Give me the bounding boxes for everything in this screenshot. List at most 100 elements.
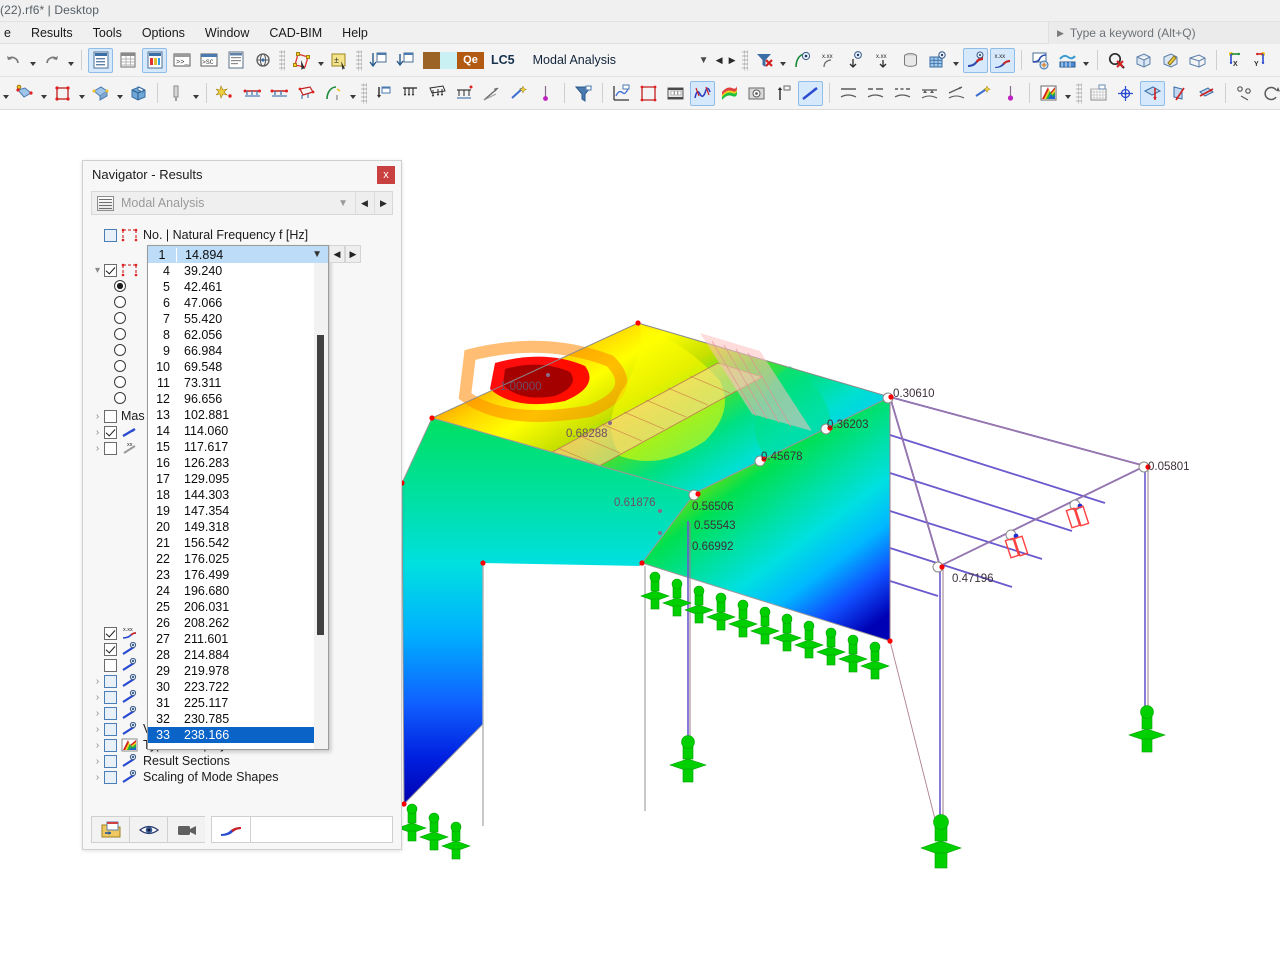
tree-expander-4[interactable]: ›	[91, 676, 104, 687]
mesh-caret[interactable]	[190, 81, 201, 106]
mode-frequency-dropdown[interactable]: 1 14.894 ▼ 4 39.240 5 42.461 6 47.066 7 55.4…	[147, 245, 329, 750]
new-node-button[interactable]	[12, 81, 37, 106]
mode-shape-button[interactable]	[636, 81, 661, 106]
member-support-button[interactable]	[267, 81, 292, 106]
mode-next-button[interactable]: ▶	[345, 245, 361, 263]
list-item[interactable]: 7 55.420	[148, 311, 314, 327]
list-item[interactable]: 17 129.095	[148, 471, 314, 487]
deformation-line-button[interactable]	[798, 80, 823, 106]
list-item[interactable]: 26 208.262	[148, 615, 314, 631]
next-case-button[interactable]: ▶	[374, 192, 392, 214]
tree-checkbox-scaling[interactable]	[104, 770, 117, 784]
list-item[interactable]: 12 96.656	[148, 391, 314, 407]
deformation-tab-icon[interactable]	[211, 816, 251, 843]
tree-checkbox-surface-4[interactable]	[104, 690, 117, 704]
list-item[interactable]: 15 117.617	[148, 439, 314, 455]
curve-dotted-button[interactable]	[890, 81, 915, 106]
rotate-button[interactable]	[1259, 81, 1280, 106]
keyword-search-box[interactable]: ▶ Type a keyword (Alt+Q)	[1048, 22, 1280, 44]
wireframe-view-button[interactable]	[1131, 48, 1156, 73]
view-in-y-button[interactable]: Y	[1250, 48, 1275, 73]
list-item[interactable]: 18 144.303	[148, 487, 314, 503]
navigator-panel-button[interactable]	[88, 47, 113, 73]
tree-expander-values[interactable]: ›	[91, 443, 104, 454]
list-item[interactable]: 10 69.548	[148, 359, 314, 375]
grid-snap-button[interactable]	[1086, 81, 1111, 106]
nodal-support-button[interactable]	[213, 81, 238, 106]
new-solid-button[interactable]	[126, 81, 151, 106]
clear-results-button[interactable]	[752, 48, 777, 73]
tree-expander-5[interactable]: ›	[91, 692, 104, 703]
visibility-icon[interactable]	[129, 816, 167, 843]
support-reactions-button[interactable]	[1055, 48, 1080, 73]
radio-option-8[interactable]	[114, 392, 126, 404]
list-item[interactable]: 30 223.722	[148, 679, 314, 695]
menu-item-cad-bim[interactable]: CAD-BIM	[259, 24, 332, 42]
release-button[interactable]: I	[321, 81, 346, 106]
result-table-button[interactable]	[142, 47, 167, 73]
menu-item-window[interactable]: Window	[195, 24, 259, 42]
mode-previous-button[interactable]: ◀	[329, 245, 345, 263]
list-item[interactable]: 4 39.240	[148, 263, 314, 279]
list-item[interactable]: 23 176.499	[148, 567, 314, 583]
mode-dropdown-selected-row[interactable]: 1 14.894 ▼	[148, 246, 328, 263]
tree-checkbox-surface-1[interactable]	[104, 642, 117, 656]
script-console-button[interactable]: >SC	[196, 48, 221, 73]
animation-filmstrip-button[interactable]	[663, 81, 688, 106]
tree-checkbox-result-sections[interactable]	[104, 754, 117, 768]
list-item[interactable]: 9 66.984	[148, 343, 314, 359]
radio-option-5[interactable]	[114, 344, 126, 356]
radio-option-2[interactable]	[114, 296, 126, 308]
list-item[interactable]: 14 114.060	[148, 423, 314, 439]
toolbar-gripper[interactable]	[279, 49, 285, 71]
list-item[interactable]: 28 214.884	[148, 647, 314, 663]
import-loadcase-button[interactable]	[366, 48, 391, 73]
analysis-type-caret-icon[interactable]: ▼	[695, 55, 713, 66]
curve-constant-button[interactable]	[836, 81, 861, 106]
new-line-button[interactable]	[50, 81, 75, 106]
previous-loadcase-button[interactable]: ◀	[713, 49, 726, 71]
menu-item-tools[interactable]: Tools	[83, 24, 132, 42]
add-selection-button[interactable]: ±	[327, 48, 352, 73]
tree-expander-6[interactable]: ›	[91, 708, 104, 719]
curve-with-supports-button[interactable]	[917, 81, 942, 106]
list-item[interactable]: 24 196.680	[148, 583, 314, 599]
list-item[interactable]: 19 147.354	[148, 503, 314, 519]
tree-checkbox-masses[interactable]	[104, 409, 117, 423]
color-scale-panel-button[interactable]	[1036, 81, 1061, 106]
solid-results-button[interactable]	[898, 48, 923, 73]
mode-dropdown-list[interactable]: 4 39.240 5 42.461 6 47.066 7 55.420 8 62.056 …	[148, 263, 314, 749]
load-case-combo[interactable]: Qe LC5 Modal Analysis ▼	[423, 48, 713, 73]
mesh-settings-button[interactable]	[164, 81, 189, 106]
printing-caret[interactable]	[1081, 48, 1092, 73]
result-box-button[interactable]	[744, 81, 769, 106]
tree-checkbox-surface-2[interactable]	[104, 658, 117, 672]
menu-item-options[interactable]: Options	[132, 24, 195, 42]
supports-caret[interactable]	[347, 81, 358, 106]
member-values-button[interactable]: x.xx	[871, 48, 896, 73]
tree-expander-down[interactable]: ▾	[91, 265, 104, 276]
view-in-x-button[interactable]: X	[1223, 48, 1248, 73]
tree-checkbox-values-xxx[interactable]	[104, 626, 117, 640]
menu-item-help[interactable]: Help	[332, 24, 378, 42]
list-item[interactable]: 21 156.542	[148, 535, 314, 551]
tree-row-result-sections[interactable]: › Result Sections	[83, 753, 401, 769]
list-item[interactable]: 6 47.066	[148, 295, 314, 311]
deformation-display-button[interactable]	[962, 47, 988, 73]
curve-highlight-button[interactable]	[971, 81, 996, 106]
list-item[interactable]: 20 149.318	[148, 519, 314, 535]
close-icon[interactable]: x	[377, 166, 395, 184]
work-plane-yz-button[interactable]	[1194, 81, 1219, 106]
node-values-button[interactable]: x.xx	[817, 48, 842, 73]
list-item[interactable]: 11 73.311	[148, 375, 314, 391]
dropdown-scroll-thumb[interactable]	[317, 335, 324, 635]
color-spectrum-button[interactable]	[717, 81, 742, 106]
toolbar-gripper-2[interactable]	[356, 49, 362, 71]
work-plane-xy-button[interactable]	[1140, 80, 1165, 106]
show-node-results-button[interactable]	[790, 48, 815, 73]
list-item[interactable]: 8 62.056	[148, 327, 314, 343]
tree-expander-7[interactable]: ›	[91, 724, 104, 735]
r2-gripper-2[interactable]	[1076, 82, 1082, 104]
tree-expander-8[interactable]: ›	[91, 740, 104, 751]
menu-item-results[interactable]: Results	[21, 24, 83, 42]
